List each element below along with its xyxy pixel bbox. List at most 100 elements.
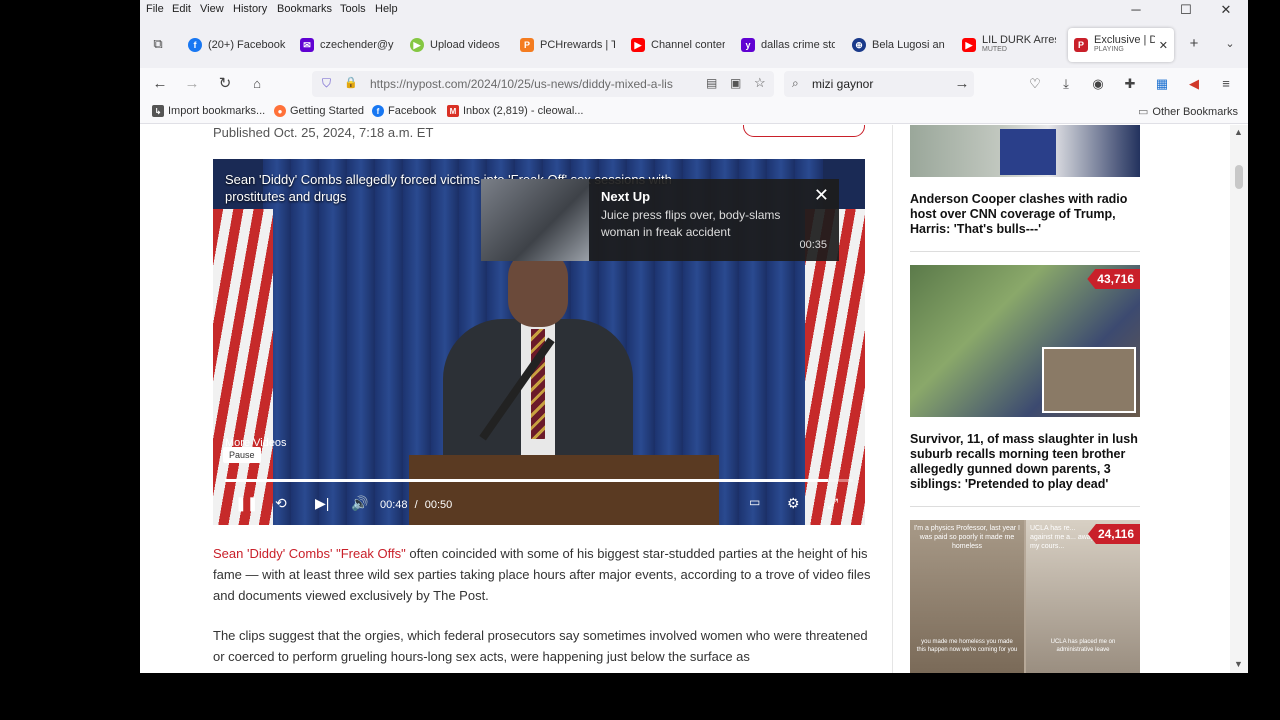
article-paragraph-1: Sean 'Diddy' Combs' "Freak Offs" often c… <box>213 543 873 606</box>
tab-label: dallas crime sto <box>761 39 835 51</box>
star-icon[interactable]: ☆ <box>754 75 766 91</box>
article-link-freak-offs[interactable]: "Freak Offs" <box>336 546 406 561</box>
sidebar-image-professor[interactable]: I'm a physics Professor, last year I was… <box>910 520 1140 673</box>
go-arrow-icon[interactable]: → <box>950 72 974 96</box>
tab-muted-label: MUTED <box>982 46 1007 53</box>
extensions-icon[interactable]: ✚ <box>1118 72 1142 96</box>
bookmark-label: Getting Started <box>290 105 364 117</box>
tab-bela-lugosi[interactable]: ⊕ Bela Lugosi an <box>852 30 946 60</box>
tab-facebook[interactable]: f (20+) Facebook <box>188 30 298 60</box>
sidebar-image-survivor[interactable]: 43,716 <box>910 265 1140 417</box>
tab-label: Upload videos <box>430 39 500 51</box>
import-icon: ↳ <box>152 105 164 117</box>
next-up-thumbnail[interactable] <box>481 179 589 261</box>
bookmark-facebook[interactable]: f Facebook <box>372 105 436 117</box>
url-bar[interactable]: ⛉ 🔒 https://nypost.com/2024/10/25/us-new… <box>312 71 774 97</box>
back-icon[interactable]: ← <box>148 72 172 96</box>
picture-icon[interactable]: ▣ <box>730 76 741 90</box>
sidebar-headline-2[interactable]: Survivor, 11, of mass slaughter in lush … <box>910 432 1140 492</box>
tab-pch[interactable]: P PCHrewards | T <box>520 30 615 60</box>
tab-rumble[interactable]: ▶ Upload videos <box>410 30 504 60</box>
tab-label: czechender@y <box>320 39 394 51</box>
gmail-icon: M <box>447 105 459 117</box>
shield-icon[interactable]: ⛉ <box>322 76 331 91</box>
download-icon[interactable]: ⤓ <box>1054 72 1078 96</box>
inset-photo <box>1042 347 1136 413</box>
bookmarks-bar: ↳ Import bookmarks... ● Getting Started … <box>140 100 1248 124</box>
video-progress-bar[interactable] <box>225 479 853 482</box>
replay-icon[interactable]: ⟲ <box>275 495 287 512</box>
volume-icon[interactable]: 🔊 <box>351 495 368 512</box>
video-frame-left: I'm a physics Professor, last year I was… <box>910 520 1024 673</box>
bookmark-gmail[interactable]: M Inbox (2,819) - cleowal... <box>447 105 583 117</box>
tab-yahoo-mail[interactable]: ✉ czechender@y <box>300 30 394 60</box>
tab-label: (20+) Facebook <box>208 39 286 51</box>
scrollbar-thumb[interactable] <box>1235 165 1243 189</box>
tab-youtube-channel[interactable]: ▶ Channel conter <box>631 30 725 60</box>
close-tab-icon[interactable]: ✕ <box>1159 39 1168 52</box>
menu-file[interactable]: File <box>146 3 164 15</box>
lock-icon[interactable]: 🔒 <box>344 76 358 89</box>
tab-nypost-active[interactable]: P Exclusive | Di PLAYING ✕ <box>1068 28 1174 62</box>
time-current: 00:48 <box>380 499 408 511</box>
article-link-diddy[interactable]: Sean 'Diddy' Combs' <box>213 546 332 561</box>
reload-icon[interactable]: ↻ <box>213 72 237 96</box>
article-paragraph-2: The clips suggest that the orgies, which… <box>213 628 868 664</box>
bookmark-import[interactable]: ↳ Import bookmarks... <box>152 105 265 117</box>
extension-puzzle-icon[interactable]: ▦ <box>1150 72 1174 96</box>
chevron-down-icon[interactable]: ⌄ <box>1218 32 1242 56</box>
overlay-text-left: I'm a physics Professor, last year I was… <box>914 525 1020 550</box>
gear-icon[interactable]: ⚙ <box>787 495 800 512</box>
time-separator: / <box>414 499 418 511</box>
comments-button[interactable] <box>743 125 865 137</box>
maximize-icon[interactable]: ☐ <box>1176 2 1196 18</box>
video-player[interactable]: Sean 'Diddy' Combs allegedly forced vict… <box>213 159 865 525</box>
sidebar-image-cooper[interactable] <box>910 125 1140 177</box>
close-icon[interactable]: ✕ <box>814 185 829 206</box>
sidebar-headline-1[interactable]: Anderson Cooper clashes with radio host … <box>910 192 1140 237</box>
url-text[interactable]: https://nypost.com/2024/10/25/us-news/di… <box>370 77 673 91</box>
tab-overview-icon[interactable]: ⧉ <box>146 32 170 56</box>
captions-icon[interactable]: ▭ <box>749 495 760 509</box>
bookmark-getting-started[interactable]: ● Getting Started <box>274 105 364 117</box>
next-up-overlay[interactable]: Next Up Juice press flips over, body-sla… <box>481 179 839 261</box>
next-up-title[interactable]: Juice press flips over, body-slams woman… <box>601 207 801 241</box>
inset-photo <box>1000 129 1056 175</box>
column-divider <box>892 125 893 673</box>
hamburger-menu-icon[interactable]: ≡ <box>1214 72 1238 96</box>
minimize-icon[interactable]: ─ <box>1126 2 1146 17</box>
search-bar[interactable]: ⌕ mizi gaynor <box>784 71 974 97</box>
megaphone-icon[interactable]: ◀ <box>1182 72 1206 96</box>
tab-lil-durk[interactable]: ▶ LIL DURK Arrest MUTED <box>962 30 1056 60</box>
fullscreen-icon[interactable]: ⤢ <box>827 495 838 512</box>
new-tab-icon[interactable]: + <box>1182 32 1206 56</box>
youtube-icon: ▶ <box>631 38 645 52</box>
search-icon: ⌕ <box>792 76 799 90</box>
bookmark-other[interactable]: ▭ Other Bookmarks <box>1138 105 1238 119</box>
close-window-icon[interactable]: ✕ <box>1216 2 1236 18</box>
tab-yahoo-search[interactable]: y dallas crime sto <box>741 30 835 60</box>
sidebar-divider <box>910 251 1140 252</box>
menu-help[interactable]: Help <box>375 3 398 15</box>
flag-left <box>213 209 273 525</box>
scroll-up-icon[interactable]: ▲ <box>1234 127 1243 137</box>
video-progress-fill <box>225 479 828 482</box>
home-icon[interactable]: ⌂ <box>245 72 269 96</box>
pause-icon[interactable]: ❚❚ <box>235 495 258 512</box>
page-scrollbar[interactable]: ▲ ▼ <box>1230 125 1248 673</box>
search-query[interactable]: mizi gaynor <box>812 77 873 91</box>
account-icon[interactable]: ◉ <box>1086 72 1110 96</box>
forward-icon[interactable]: → <box>180 72 204 96</box>
scroll-down-icon[interactable]: ▼ <box>1234 659 1243 669</box>
web-icon: ⊕ <box>852 38 866 52</box>
menu-edit[interactable]: Edit <box>172 3 191 15</box>
skip-next-icon[interactable]: ▶| <box>315 495 329 512</box>
pocket-icon[interactable]: ♡ <box>1023 72 1047 96</box>
yahoo-icon: y <box>741 38 755 52</box>
menu-tools[interactable]: Tools <box>340 3 366 15</box>
menu-bookmarks[interactable]: Bookmarks <box>277 3 332 15</box>
menu-history[interactable]: History <box>233 3 267 15</box>
menu-view[interactable]: View <box>200 3 224 15</box>
reader-view-icon[interactable]: ▤ <box>706 76 717 90</box>
tab-label: PCHrewards | T <box>540 39 615 51</box>
